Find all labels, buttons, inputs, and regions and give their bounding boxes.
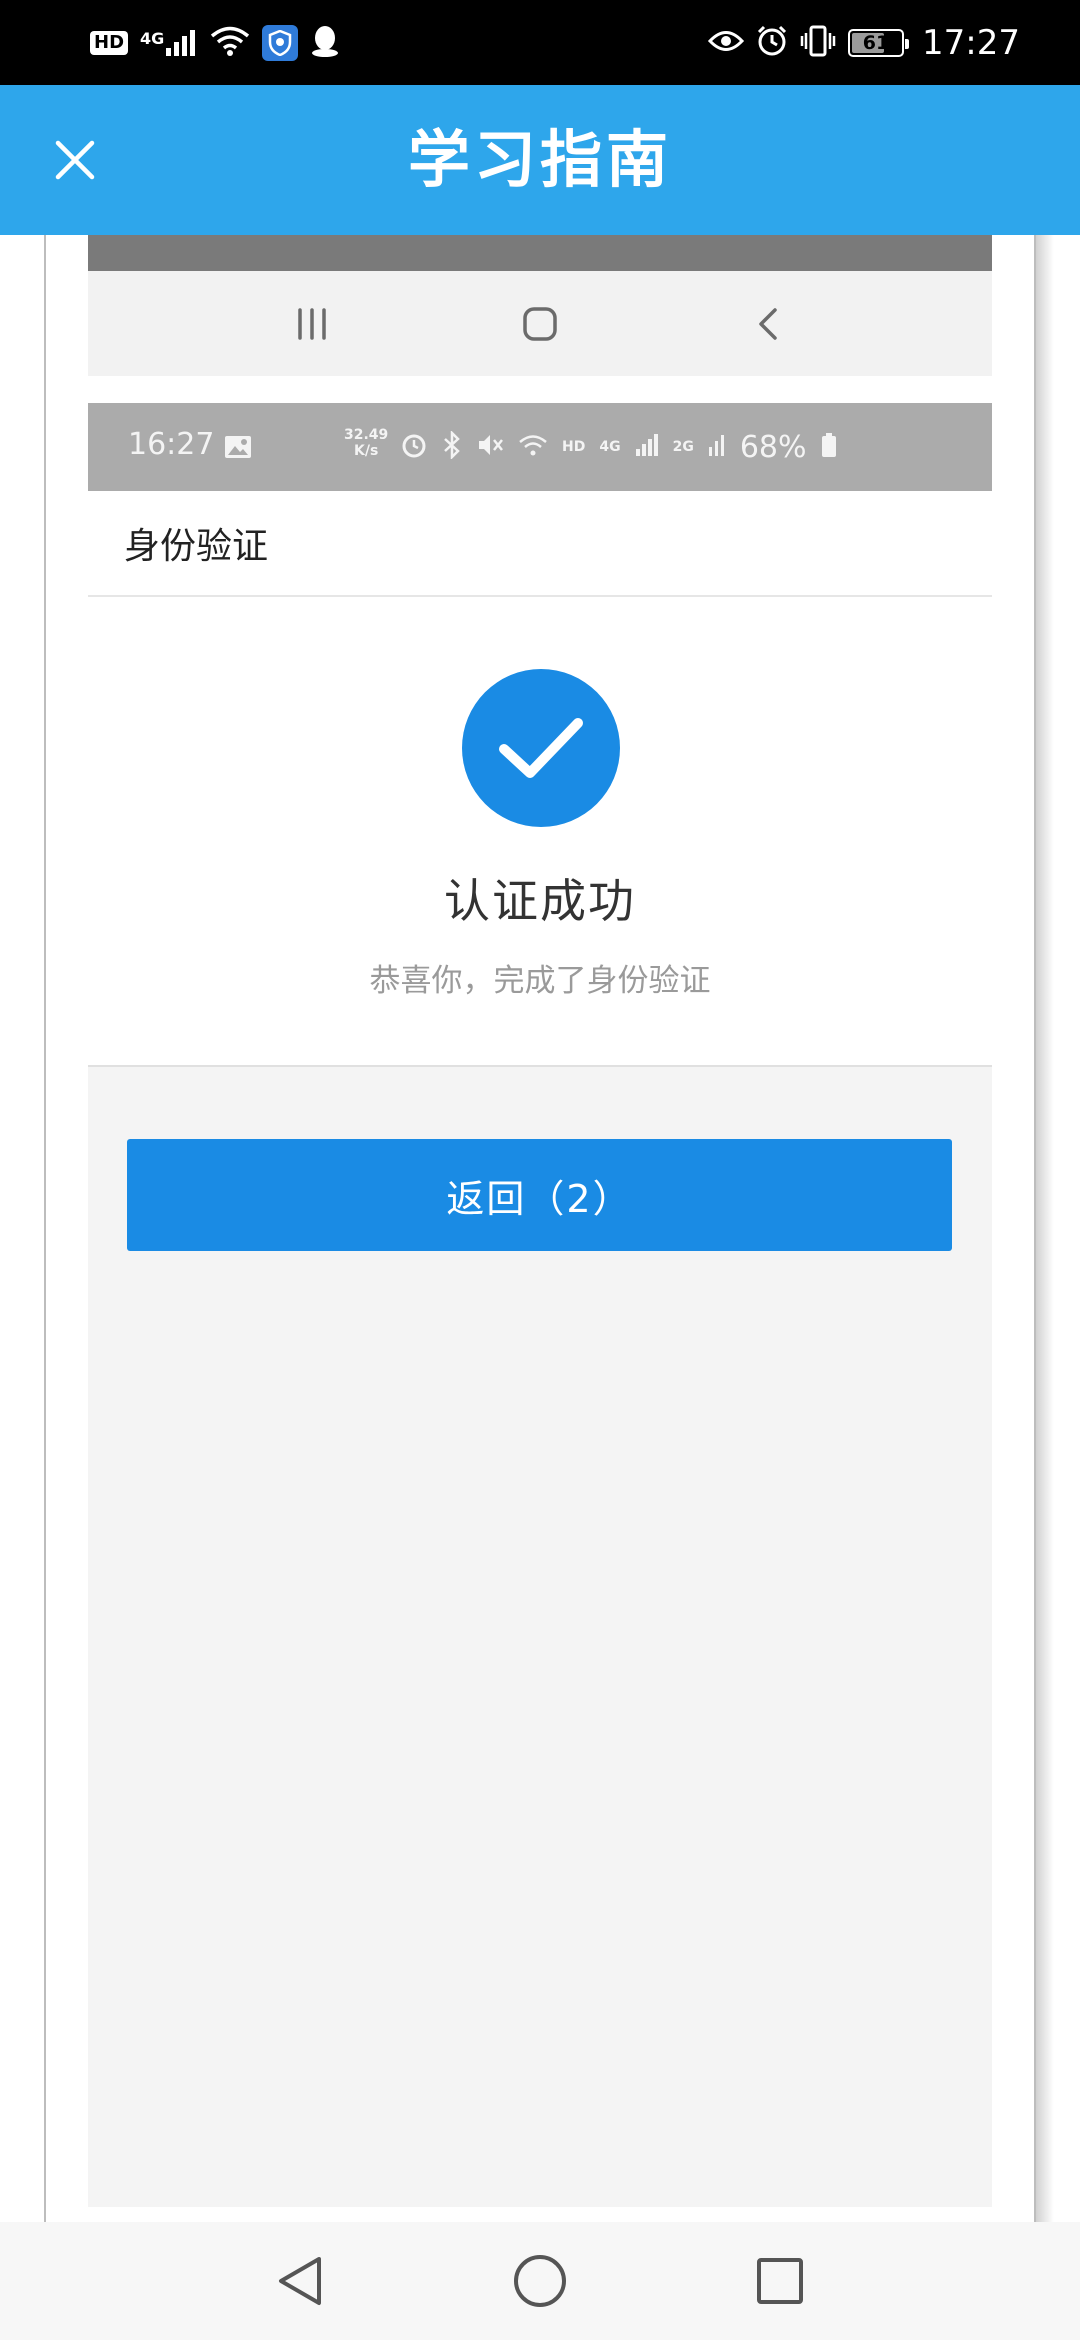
shield-app-icon bbox=[262, 25, 299, 61]
back-icon bbox=[279, 2257, 321, 2305]
embedded-battery-percent: 68% bbox=[739, 429, 807, 465]
embedded-status-bar: 16:27 32.49 K/s HD 4G 2G 68% bbox=[88, 403, 992, 491]
home-icon bbox=[510, 294, 570, 354]
image-icon bbox=[224, 435, 252, 463]
wifi-icon bbox=[210, 25, 250, 61]
eye-icon bbox=[707, 28, 745, 58]
hd-badge: HD bbox=[90, 31, 129, 55]
embedded-status-icons: HD 4G 2G 68% bbox=[400, 429, 837, 465]
action-area: 返回（2） bbox=[88, 1067, 992, 2207]
recents-icon bbox=[282, 294, 342, 354]
alarm-icon bbox=[400, 431, 428, 463]
recents-icon bbox=[757, 2258, 803, 2304]
page-title: 身份验证 bbox=[124, 526, 269, 567]
battery-level: 61 bbox=[862, 32, 890, 54]
alarm-icon bbox=[756, 25, 788, 61]
status-bar-left: HD 4G bbox=[90, 20, 340, 66]
embedded-hd: HD bbox=[562, 439, 586, 455]
check-icon bbox=[499, 718, 583, 778]
embedded-screenshot: 16:27 32.49 K/s HD 4G 2G 68% 身份验证 认证成功 恭… bbox=[88, 235, 992, 2207]
embedded-network-2: 2G bbox=[672, 439, 694, 455]
status-time: 17:27 bbox=[922, 23, 1020, 63]
header-title: 学习指南 bbox=[407, 123, 672, 196]
qq-icon bbox=[310, 24, 340, 62]
signal-icon bbox=[635, 433, 659, 461]
embedded-top-bar bbox=[88, 235, 992, 271]
mute-icon bbox=[476, 431, 504, 463]
bluetooth-icon bbox=[442, 429, 462, 463]
status-bar-right: 61 17:27 bbox=[707, 20, 1020, 66]
success-panel: 认证成功 恭喜你，完成了身份验证 bbox=[88, 597, 992, 1067]
success-badge bbox=[462, 669, 620, 827]
system-nav-bar bbox=[0, 2222, 1080, 2340]
embedded-speed: 32.49 K/s bbox=[344, 427, 388, 459]
status-bar: HD 4G 61 17:27 bbox=[0, 0, 1080, 85]
return-button[interactable]: 返回（2） bbox=[127, 1139, 952, 1251]
wifi-icon bbox=[518, 433, 548, 461]
back-button[interactable] bbox=[265, 2246, 335, 2316]
back-icon bbox=[738, 294, 798, 354]
home-icon bbox=[514, 2255, 566, 2307]
battery-icon bbox=[821, 432, 837, 462]
network-type: 4G bbox=[140, 29, 165, 48]
speed-unit: K/s bbox=[354, 443, 379, 459]
recents-button[interactable] bbox=[745, 2246, 815, 2316]
close-icon bbox=[55, 140, 95, 180]
app-header: 学习指南 bbox=[0, 85, 1080, 235]
embedded-status-time: 16:27 bbox=[128, 427, 215, 462]
frame-shadow bbox=[1036, 235, 1054, 2235]
signal-icon: 4G bbox=[140, 28, 198, 58]
embedded-gap bbox=[88, 376, 992, 403]
embedded-network: 4G bbox=[599, 439, 621, 455]
close-button[interactable] bbox=[40, 125, 110, 195]
success-subtitle: 恭喜你，完成了身份验证 bbox=[369, 963, 711, 999]
home-button[interactable] bbox=[505, 2246, 575, 2316]
success-title: 认证成功 bbox=[444, 874, 636, 928]
vibrate-icon bbox=[800, 25, 836, 61]
signal-icon bbox=[708, 433, 726, 461]
embedded-nav-bar bbox=[88, 271, 992, 376]
page-title-row: 身份验证 bbox=[88, 491, 992, 597]
speed-value: 32.49 bbox=[344, 427, 389, 443]
battery-icon: 61 bbox=[848, 29, 910, 57]
